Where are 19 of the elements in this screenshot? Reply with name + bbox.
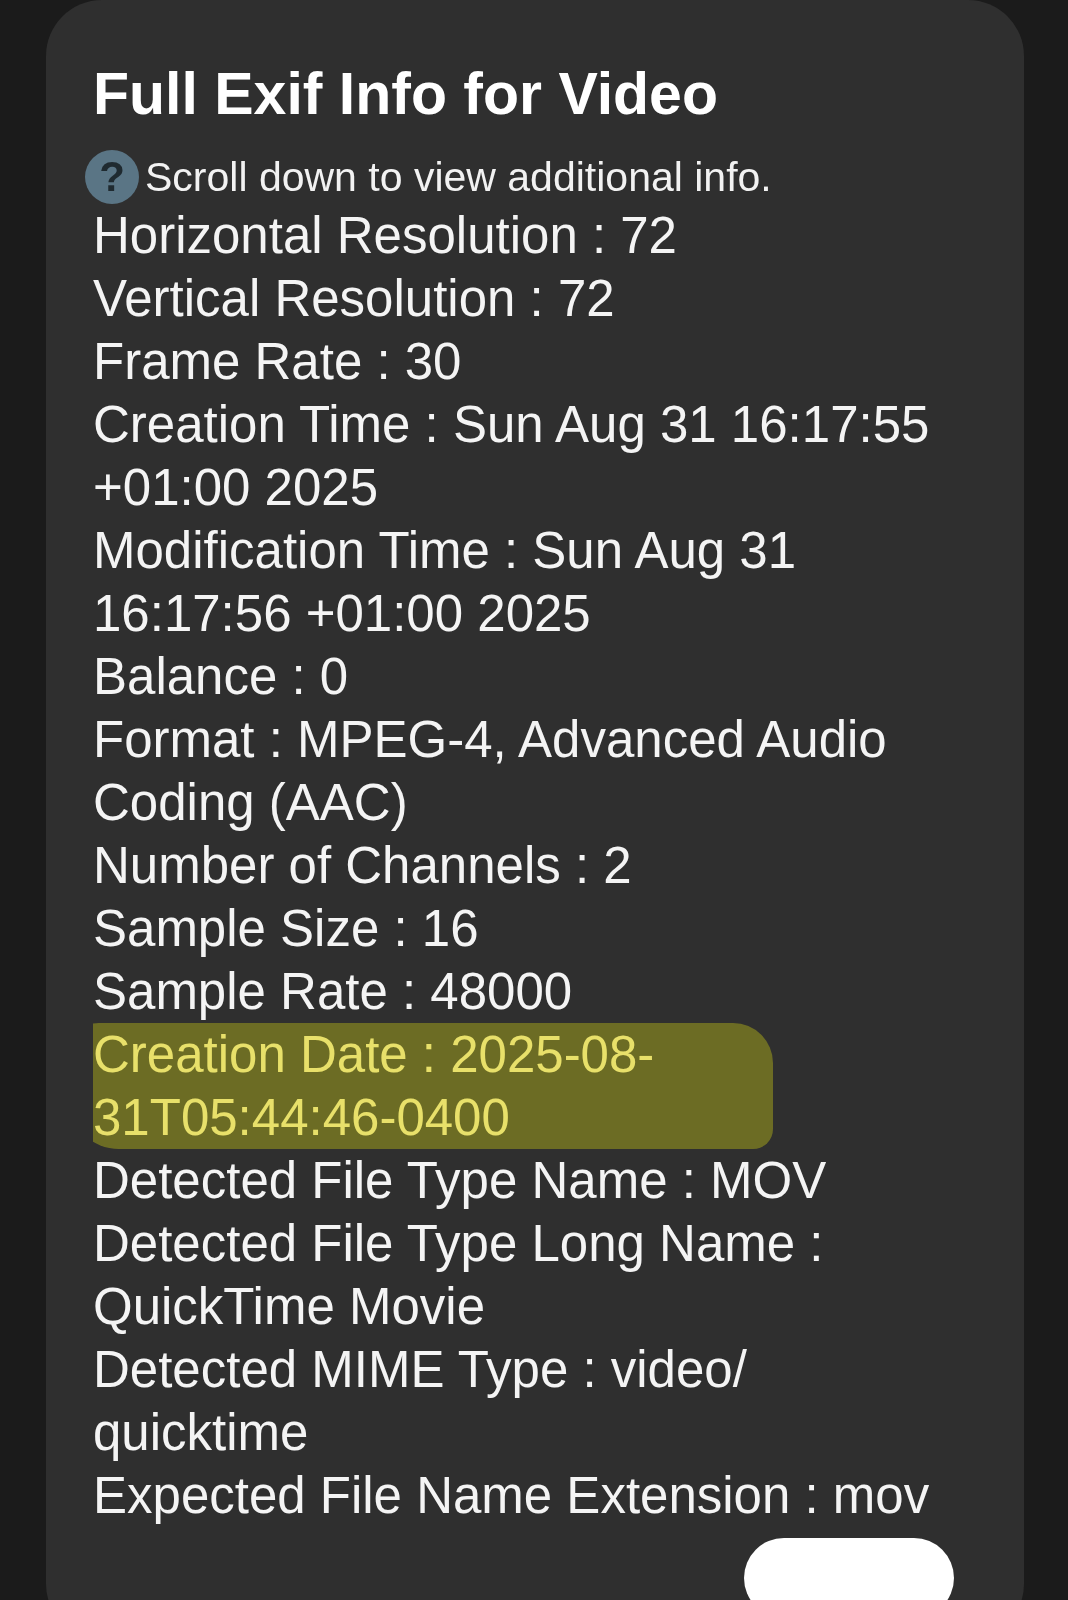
exif-entry: Modification Time : Sun Aug 31 16:17:56 +01:00 2025 xyxy=(93,521,798,644)
exif-entry: Horizontal Resolution : 72 xyxy=(93,206,678,266)
hint-text: Scroll down to view additional info. xyxy=(145,153,772,201)
exif-entry: Number of Channels : 2 xyxy=(93,836,633,896)
exif-entry: Vertical Resolution : 72 xyxy=(93,269,616,329)
help-icon: ? xyxy=(85,150,139,204)
exif-entry: Format : MPEG-4, Advanced Audio Coding (AAC) xyxy=(93,710,888,833)
exif-entry: Sample Rate : 48000 xyxy=(93,962,574,1022)
exif-entry: Creation Date : 2025-08-31T05:44:46-0400 xyxy=(93,1023,773,1149)
exif-entry: Detected File Type Long Name : QuickTime Movie xyxy=(93,1214,825,1337)
exif-entry: Balance : 0 xyxy=(93,647,350,707)
exif-entry: Frame Rate : 30 xyxy=(93,332,463,392)
exif-entry: Detected File Type Name : MOV xyxy=(93,1151,828,1211)
exif-entry: Expected File Name Extension : mov xyxy=(93,1466,931,1526)
exif-entry: Sample Size : 16 xyxy=(93,899,480,959)
exif-entry: Creation Time : Sun Aug 31 16:17:55 +01:00 2025 xyxy=(93,395,931,518)
dialog-title: Full Exif Info for Video xyxy=(93,60,719,129)
exif-entry: Detected MIME Type : video/ quicktime xyxy=(93,1340,748,1463)
dialog-button[interactable] xyxy=(744,1538,954,1600)
